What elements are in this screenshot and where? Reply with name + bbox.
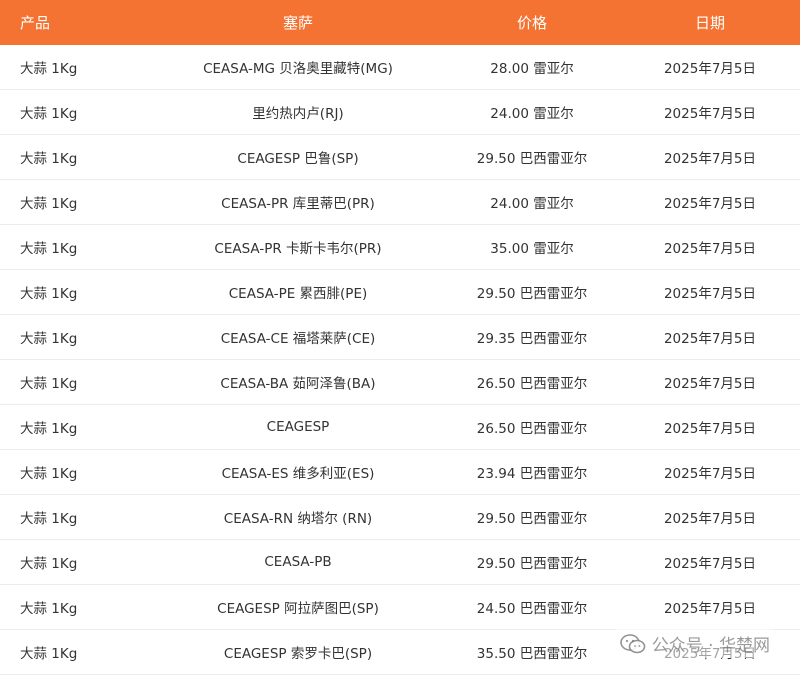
cell-product: 大蒜 1Kg bbox=[0, 404, 132, 450]
cell-ceasa: CEASA-ES 维多利亚(ES) bbox=[132, 449, 464, 495]
cell-date: 2025年7月5日 bbox=[600, 224, 800, 270]
cell-ceasa: CEAGESP 索罗卡巴(SP) bbox=[132, 629, 464, 675]
watermark: 公众号 · 华楚网 bbox=[615, 629, 774, 658]
cell-ceasa: CEASA-BA 茹阿泽鲁(BA) bbox=[132, 359, 464, 405]
cell-date: 2025年7月5日 bbox=[600, 89, 800, 135]
cell-price: 26.50 巴西雷亚尔 bbox=[464, 404, 600, 450]
cell-product: 大蒜 1Kg bbox=[0, 134, 132, 180]
table-row: 大蒜 1Kg CEASA-PB 29.50 巴西雷亚尔 2025年7月5日 bbox=[0, 539, 800, 585]
header-date: 日期 bbox=[600, 0, 800, 45]
cell-date: 2025年7月5日 bbox=[600, 314, 800, 360]
cell-price: 35.50 巴西雷亚尔 bbox=[464, 629, 600, 675]
header-price: 价格 bbox=[464, 0, 600, 45]
table-row: 大蒜 1Kg CEASA-BA 茹阿泽鲁(BA) 26.50 巴西雷亚尔 2025年7… bbox=[0, 359, 800, 405]
cell-date: 2025年7月5日 bbox=[600, 494, 800, 540]
wechat-icon bbox=[619, 633, 646, 653]
cell-ceasa: CEASA-PE 累西腓(PE) bbox=[132, 269, 464, 315]
cell-ceasa: CEAGESP 阿拉萨图巴(SP) bbox=[132, 584, 464, 630]
cell-ceasa: CEASA-PR 库里蒂巴(PR) bbox=[132, 179, 464, 225]
cell-product: 大蒜 1Kg bbox=[0, 89, 132, 135]
cell-ceasa: CEASA-MG 贝洛奥里藏特(MG) bbox=[132, 45, 464, 90]
cell-price: 35.00 雷亚尔 bbox=[464, 224, 600, 270]
cell-ceasa: CEAGESP bbox=[132, 404, 464, 450]
cell-product: 大蒜 1Kg bbox=[0, 494, 132, 540]
cell-price: 26.50 巴西雷亚尔 bbox=[464, 359, 600, 405]
table-row: 大蒜 1Kg CEASA-PR 库里蒂巴(PR) 24.00 雷亚尔 2025年7月5… bbox=[0, 179, 800, 225]
cell-price: 29.50 巴西雷亚尔 bbox=[464, 269, 600, 315]
cell-price: 28.00 雷亚尔 bbox=[464, 45, 600, 90]
cell-ceasa: CEASA-PR 卡斯卡韦尔(PR) bbox=[132, 224, 464, 270]
cell-product: 大蒜 1Kg bbox=[0, 629, 132, 675]
cell-price: 23.94 巴西雷亚尔 bbox=[464, 449, 600, 495]
table-row: 大蒜 1Kg CEASA-RN 纳塔尔 (RN) 29.50 巴西雷亚尔 2025年7… bbox=[0, 494, 800, 540]
table-row: 大蒜 1Kg CEASA-CE 福塔莱萨(CE) 29.35 巴西雷亚尔 2025年7… bbox=[0, 314, 800, 360]
cell-product: 大蒜 1Kg bbox=[0, 584, 132, 630]
cell-price: 24.00 雷亚尔 bbox=[464, 89, 600, 135]
cell-price: 29.50 巴西雷亚尔 bbox=[464, 134, 600, 180]
cell-price: 24.50 巴西雷亚尔 bbox=[464, 584, 600, 630]
cell-product: 大蒜 1Kg bbox=[0, 359, 132, 405]
cell-date: 2025年7月5日 bbox=[600, 404, 800, 450]
cell-product: 大蒜 1Kg bbox=[0, 449, 132, 495]
cell-product: 大蒜 1Kg bbox=[0, 314, 132, 360]
header-ceasa: 塞萨 bbox=[132, 0, 464, 45]
cell-price: 29.50 巴西雷亚尔 bbox=[464, 539, 600, 585]
cell-ceasa: CEASA-CE 福塔莱萨(CE) bbox=[132, 314, 464, 360]
cell-date: 2025年7月5日 bbox=[600, 359, 800, 405]
table-row: 大蒜 1Kg 里约热内卢(RJ) 24.00 雷亚尔 2025年7月5日 bbox=[0, 89, 800, 135]
price-table: 产品 塞萨 价格 日期 大蒜 1Kg CEASA-MG 贝洛奥里藏特(MG) 28.… bbox=[0, 0, 800, 675]
cell-product: 大蒜 1Kg bbox=[0, 224, 132, 270]
cell-price: 29.50 巴西雷亚尔 bbox=[464, 494, 600, 540]
cell-date: 2025年7月5日 bbox=[600, 134, 800, 180]
cell-ceasa: CEASA-RN 纳塔尔 (RN) bbox=[132, 494, 464, 540]
cell-ceasa: 里约热内卢(RJ) bbox=[132, 89, 464, 135]
cell-price: 24.00 雷亚尔 bbox=[464, 179, 600, 225]
table-row: 大蒜 1Kg CEAGESP 阿拉萨图巴(SP) 24.50 巴西雷亚尔 2025年7… bbox=[0, 584, 800, 630]
cell-product: 大蒜 1Kg bbox=[0, 539, 132, 585]
cell-ceasa: CEAGESP 巴鲁(SP) bbox=[132, 134, 464, 180]
cell-product: 大蒜 1Kg bbox=[0, 45, 132, 90]
cell-date: 2025年7月5日 bbox=[600, 45, 800, 90]
table-row: 大蒜 1Kg CEASA-ES 维多利亚(ES) 23.94 巴西雷亚尔 2025年7… bbox=[0, 449, 800, 495]
cell-product: 大蒜 1Kg bbox=[0, 269, 132, 315]
cell-ceasa: CEASA-PB bbox=[132, 539, 464, 585]
table-row: 大蒜 1Kg CEAGESP 26.50 巴西雷亚尔 2025年7月5日 bbox=[0, 404, 800, 450]
table-header-row: 产品 塞萨 价格 日期 bbox=[0, 0, 800, 45]
watermark-text: 公众号 · 华楚网 bbox=[651, 636, 770, 656]
table-row: 大蒜 1Kg CEASA-PE 累西腓(PE) 29.50 巴西雷亚尔 2025年7月… bbox=[0, 269, 800, 315]
table-row: 大蒜 1Kg CEASA-PR 卡斯卡韦尔(PR) 35.00 雷亚尔 2025年7月… bbox=[0, 224, 800, 270]
cell-price: 29.35 巴西雷亚尔 bbox=[464, 314, 600, 360]
cell-date: 2025年7月5日 bbox=[600, 539, 800, 585]
cell-date: 2025年7月5日 bbox=[600, 449, 800, 495]
header-product: 产品 bbox=[0, 0, 132, 45]
table-row: 大蒜 1Kg CEASA-MG 贝洛奥里藏特(MG) 28.00 雷亚尔 2025年7… bbox=[0, 45, 800, 90]
cell-date: 2025年7月5日 bbox=[600, 179, 800, 225]
table-row: 大蒜 1Kg CEAGESP 巴鲁(SP) 29.50 巴西雷亚尔 2025年7月5日 bbox=[0, 134, 800, 180]
cell-product: 大蒜 1Kg bbox=[0, 179, 132, 225]
cell-date: 2025年7月5日 bbox=[600, 584, 800, 630]
cell-date: 2025年7月5日 bbox=[600, 269, 800, 315]
